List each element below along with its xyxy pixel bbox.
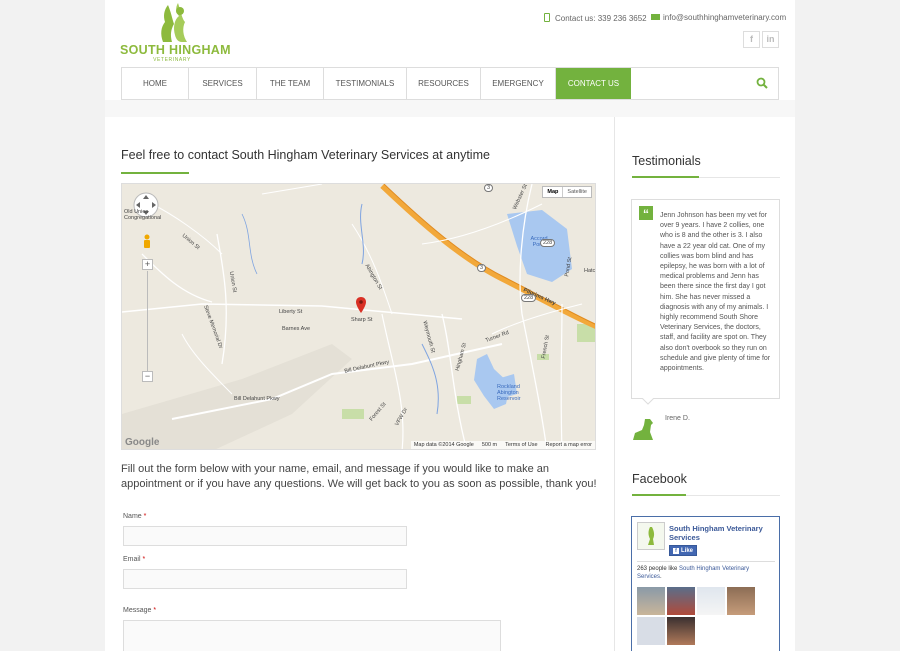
title-underline <box>121 172 189 174</box>
name-field[interactable] <box>123 526 407 546</box>
search-icon[interactable] <box>756 77 768 89</box>
page-title: Feel free to contact South Hingham Veter… <box>121 148 490 162</box>
testimonial-author: Irene D. <box>665 415 690 422</box>
fb-likes-text: 263 people like South Hingham Veterinary… <box>637 566 750 580</box>
testimonial-pointer-icon <box>642 398 654 405</box>
map-route-3-b: 3 <box>484 184 494 192</box>
nav-resources[interactable]: RESOURCES <box>407 68 481 99</box>
facebook-underline <box>632 494 686 496</box>
logo-name: SOUTH HINGHAM <box>120 43 231 57</box>
map-label-bill-delahunt-2: Bill Delahunt Pkwy <box>234 396 280 402</box>
zoom-slider[interactable] <box>147 271 148 371</box>
header-band <box>105 100 795 117</box>
map-marker-icon[interactable] <box>356 297 366 313</box>
map-label-rockland: Rockland Abington Reservoir <box>497 384 521 402</box>
map-route-228-b: 228 <box>521 294 537 302</box>
map-label-liberty-st: Liberty St <box>279 309 303 315</box>
phone-icon <box>544 13 550 22</box>
fb-fan-avatar[interactable] <box>637 617 665 645</box>
map-label-sharp-st: Sharp St <box>351 317 373 323</box>
main-nav: HOME SERVICES THE TEAM TESTIMONIALS RESO… <box>121 67 779 100</box>
map-route-3: 3 <box>477 264 487 272</box>
nav-contact-us[interactable]: CONTACT US <box>556 68 631 99</box>
facebook-heading: Facebook <box>632 472 687 486</box>
map-type-toggle: Map Satellite <box>542 186 592 198</box>
map-label-old-union: Old Union Congregational <box>124 209 162 221</box>
fb-like-button[interactable]: f Like <box>669 545 698 556</box>
email-field[interactable] <box>123 569 407 589</box>
map-footer: Map data ©2014 Google 500 m Terms of Use… <box>410 441 595 449</box>
dog-cat-logo-icon <box>161 3 187 42</box>
map-route-228: 228 <box>540 239 556 247</box>
map-type-map[interactable]: Map <box>543 187 562 197</box>
testimonials-underline <box>632 176 699 178</box>
sidebar-divider <box>614 117 615 651</box>
testimonial-text: Jenn Johnson has been my vet for over 9 … <box>660 212 771 373</box>
zoom-out-button[interactable]: − <box>142 371 153 382</box>
dog-avatar-icon <box>633 419 653 440</box>
fb-page-thumbnail[interactable] <box>637 522 665 550</box>
fb-fan-avatar[interactable] <box>637 587 665 615</box>
fb-fan-avatar[interactable] <box>667 587 695 615</box>
fb-fan-avatar[interactable] <box>727 587 755 615</box>
nav-emergency[interactable]: EMERGENCY <box>481 68 556 99</box>
zoom-in-button[interactable]: + <box>142 259 153 270</box>
map-terms-link[interactable]: Terms of Use <box>505 442 537 448</box>
quote-icon: “ <box>639 206 653 221</box>
nav-testimonials[interactable]: TESTIMONIALS <box>324 68 407 99</box>
logo-subtitle: VETERINARY <box>153 57 191 63</box>
message-label: Message * <box>123 607 157 614</box>
map-type-satellite[interactable]: Satellite <box>562 187 591 197</box>
linkedin-icon[interactable]: in <box>762 31 779 48</box>
email-icon <box>651 14 660 20</box>
facebook-icon[interactable]: f <box>743 31 760 48</box>
nav-home[interactable]: HOME <box>122 68 189 99</box>
map-attribution: Map data ©2014 Google <box>413 442 474 448</box>
nav-services[interactable]: SERVICES <box>189 68 257 99</box>
message-textarea[interactable] <box>123 620 501 651</box>
email-label: Email * <box>123 556 146 563</box>
map-scale: 500 m <box>481 442 498 448</box>
fb-divider <box>637 561 775 562</box>
google-logo: Google <box>125 437 160 448</box>
contact-email[interactable]: info@southhinghamveterinary.com <box>651 13 786 22</box>
fb-page-name[interactable]: South Hingham Veterinary Services <box>669 524 777 542</box>
name-label: Name * <box>123 513 147 520</box>
google-map[interactable]: Map Satellite + − Sharp St Liberty St Pi… <box>121 183 596 450</box>
map-report-error-link[interactable]: Report a map error <box>546 442 592 448</box>
facebook-widget: South Hingham Veterinary Services f Like … <box>631 516 780 651</box>
fb-fan-avatar[interactable] <box>697 587 725 615</box>
fb-fan-avatar[interactable] <box>667 617 695 645</box>
testimonials-heading: Testimonials <box>632 154 701 168</box>
contact-phone: Contact us: 339 236 3652 <box>544 13 647 23</box>
map-label-hatch: Hatc <box>584 268 596 274</box>
fb-like-icon: f <box>673 548 679 554</box>
nav-search[interactable] <box>631 68 778 99</box>
map-label-barnes-ave: Barnes Ave <box>282 326 311 332</box>
site-logo[interactable]: SOUTH HINGHAM VETERINARY <box>120 2 231 64</box>
street-view-pegman-icon[interactable] <box>142 234 152 250</box>
nav-the-team[interactable]: THE TEAM <box>257 68 324 99</box>
form-intro-text: Fill out the form below with your name, … <box>121 463 597 490</box>
fb-thumb-logo-icon <box>648 527 655 545</box>
